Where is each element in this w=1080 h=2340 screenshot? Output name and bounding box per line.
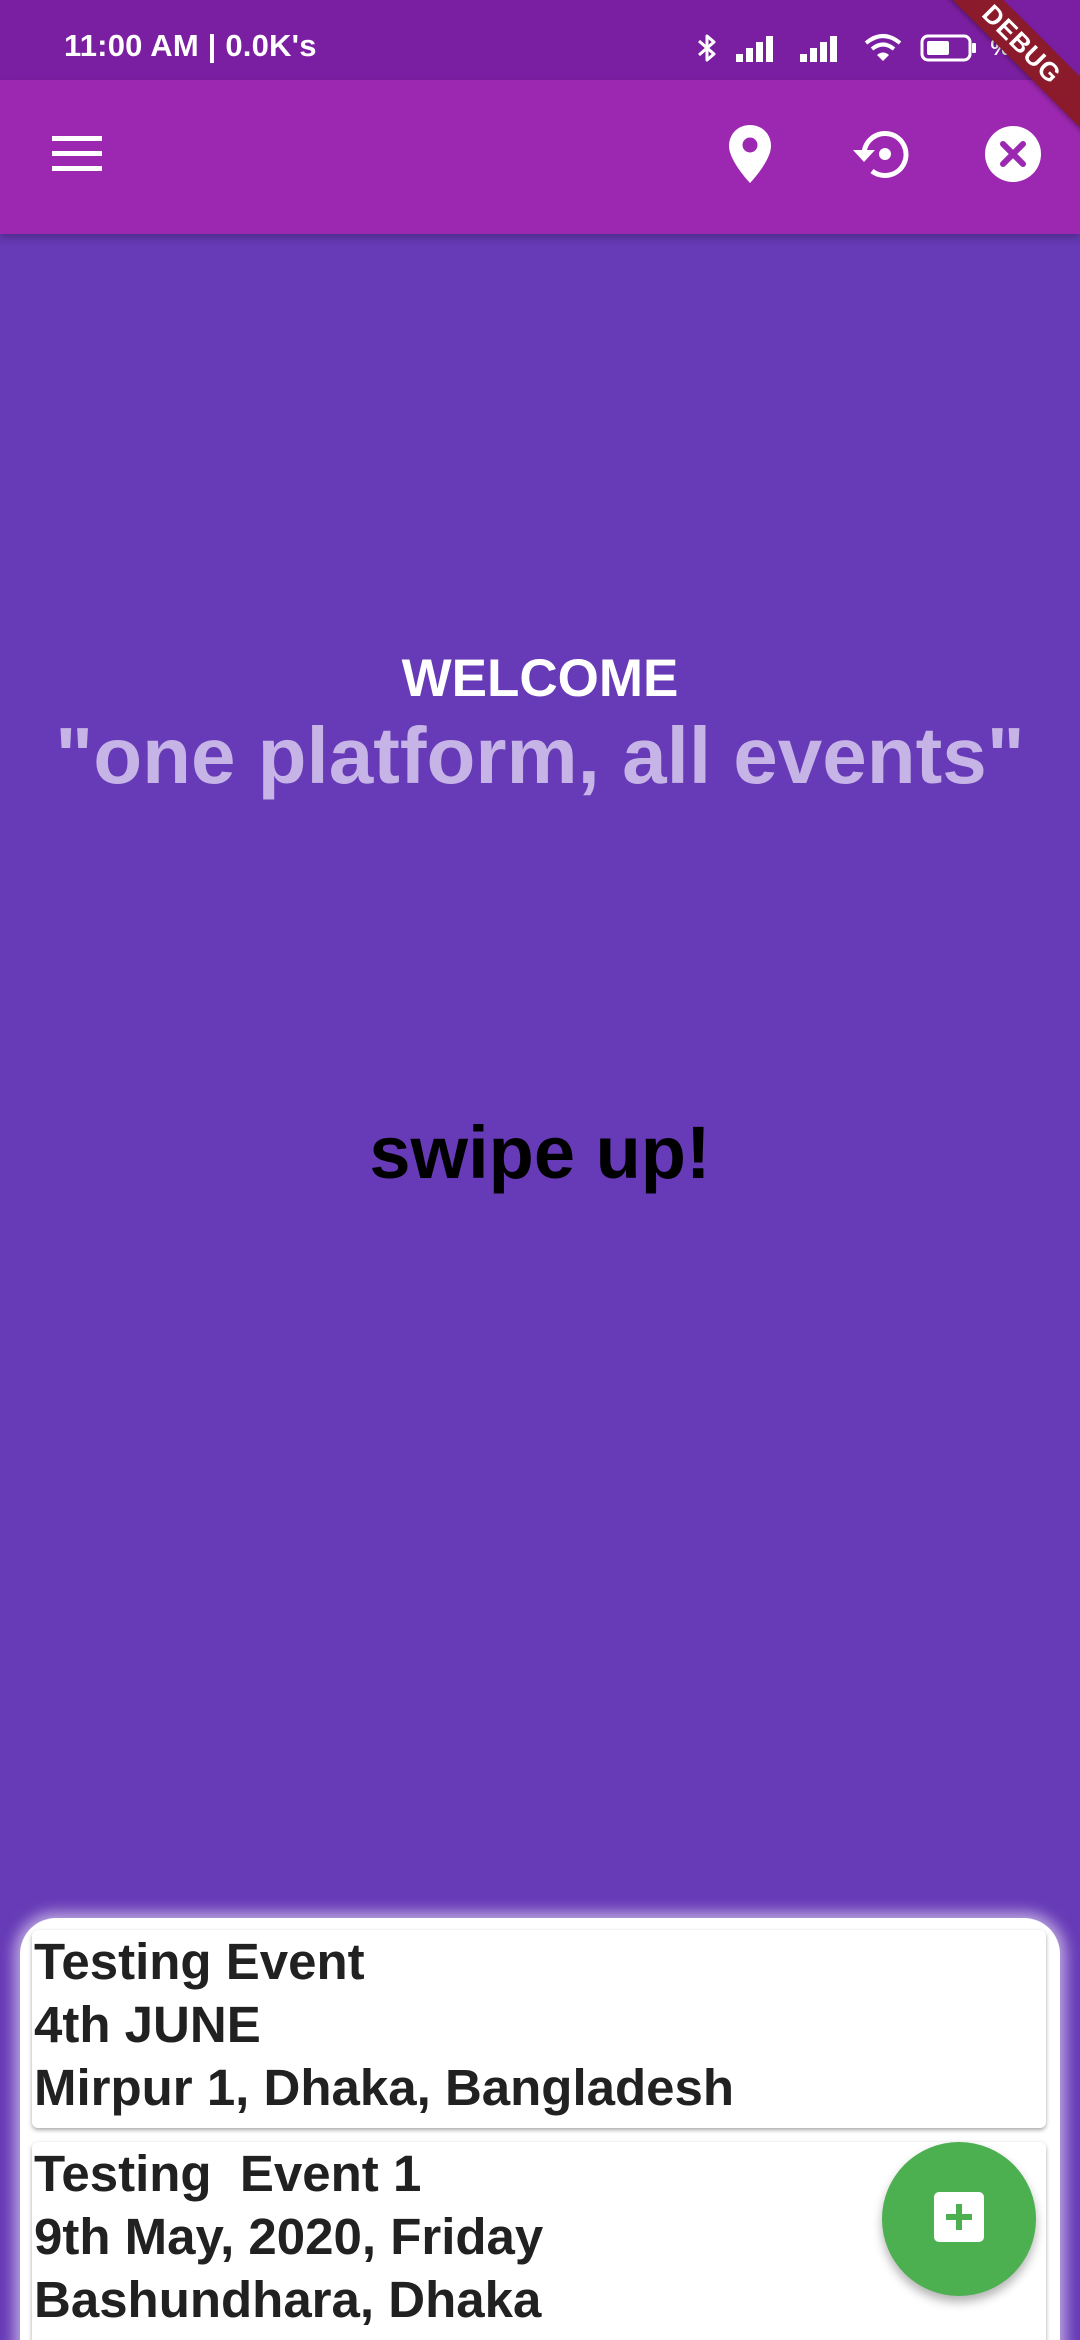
status-icons: % [696,28,1010,68]
battery-icon [920,33,978,63]
bluetooth-icon [696,32,718,64]
event-location: Mirpur 1, Dhaka, Bangladesh [34,2059,735,2116]
menu-icon [52,135,102,177]
status-bar: 11:00 AM | 0.0K's [0,0,1080,80]
events-bottom-sheet[interactable]: Testing Event 4th JUNE Mirpur 1, Dhaka, … [20,1918,1060,2340]
event-name: Testing Event [34,1933,365,1990]
menu-button[interactable] [37,116,117,196]
signal-icon [800,34,846,62]
add-box-icon [934,2191,984,2247]
signal-icon [736,34,782,62]
status-time: 11:00 AM | 0.0K's [64,28,317,63]
tagline: "one platform, all events" [55,711,1025,800]
swipe-up-hint: swipe up! [369,1111,711,1194]
location-button[interactable] [710,116,790,196]
event-date: 4th JUNE [34,1996,261,2053]
wifi-icon [864,33,902,63]
welcome-heading: WELCOME [401,649,679,708]
history-icon [850,126,910,187]
event-location: Bashundhara, Dhaka [34,2271,542,2328]
event-card[interactable]: Testing Event 4th JUNE Mirpur 1, Dhaka, … [32,1930,1046,2128]
history-button[interactable] [840,116,920,196]
add-event-button[interactable] [882,2142,1036,2296]
location-pin-icon [729,124,771,188]
close-button[interactable] [973,116,1053,196]
close-circle-icon [984,125,1042,188]
app-bar [0,80,1080,234]
